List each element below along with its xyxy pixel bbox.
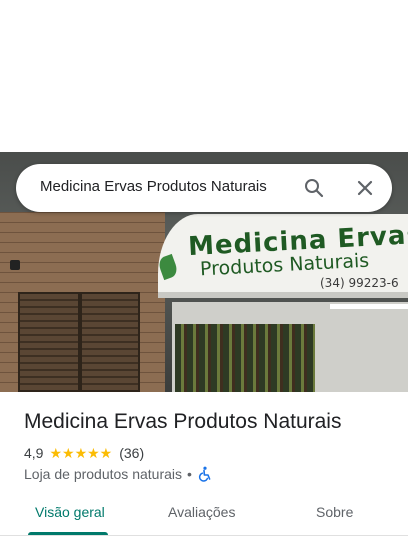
map-blank-area [0, 0, 408, 152]
star-rating-icon: ★★★★★ [49, 446, 113, 460]
ceiling-light [330, 304, 408, 309]
search-bar[interactable]: Medicina Ervas Produtos Naturais [16, 164, 392, 212]
shutter-divider [78, 292, 82, 392]
search-input[interactable]: Medicina Ervas Produtos Naturais [40, 178, 267, 195]
separator-dot: • [187, 466, 192, 482]
wheelchair-icon [197, 466, 213, 482]
tab-bar: Visão geral Avaliações Sobre [0, 496, 408, 544]
rating-value: 4,9 [24, 445, 44, 461]
category-row: Loja de produtos naturais • [24, 465, 213, 483]
sign-phone: (34) 99223-6 [320, 276, 399, 290]
security-camera [10, 260, 20, 270]
tab-reviews[interactable]: Avaliações [168, 504, 235, 520]
tab-about[interactable]: Sobre [316, 504, 353, 520]
product-shelf [175, 324, 315, 392]
star-icons: ★★★★★ [49, 445, 113, 461]
place-category: Loja de produtos naturais [24, 466, 182, 482]
tab-overview[interactable]: Visão geral [35, 504, 105, 520]
search-icon[interactable] [302, 176, 326, 200]
rating-row[interactable]: 4,9 ★★★★★ (36) [24, 444, 144, 462]
close-icon[interactable] [353, 176, 377, 200]
place-title: Medicina Ervas Produtos Naturais [24, 410, 342, 433]
tabs-divider [0, 535, 408, 536]
review-count[interactable]: (36) [119, 445, 144, 461]
